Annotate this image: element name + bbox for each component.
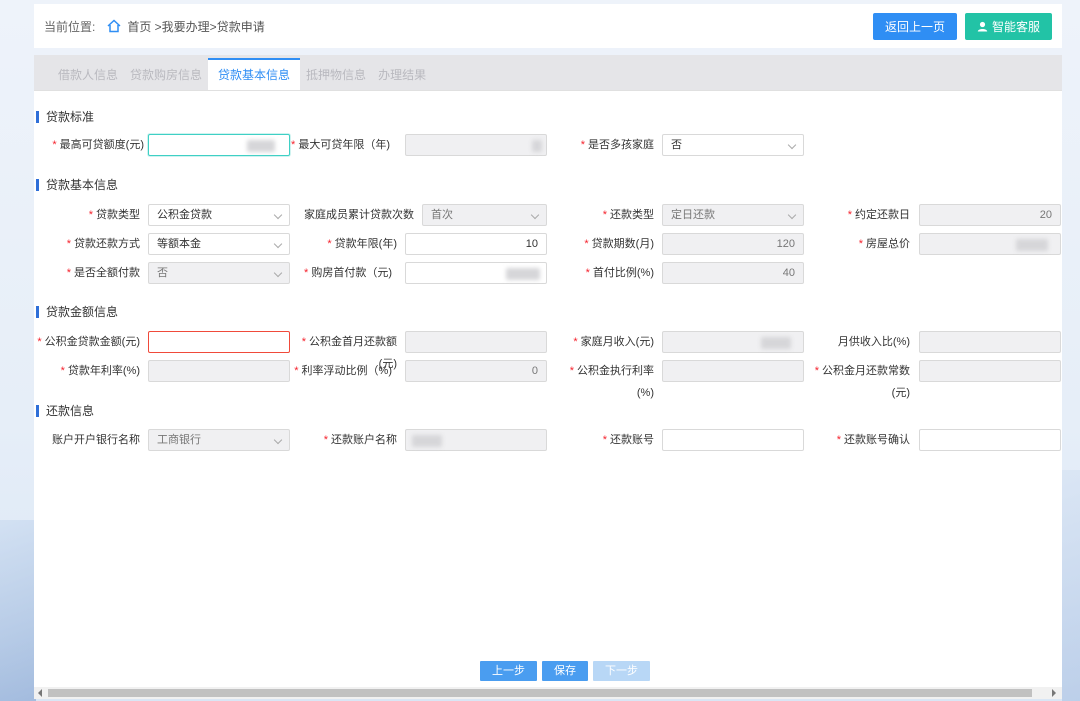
loan-type-select[interactable]: 公积金贷款	[148, 204, 290, 226]
location-label: 当前位置:	[44, 19, 96, 34]
page-header: 当前位置: 首页 >我要办理>贷款申请 返回上一页 智能客服	[34, 4, 1062, 48]
multi-child-label: * 是否多孩家庭	[580, 139, 654, 151]
max-amount-field[interactable]	[148, 134, 290, 156]
repay-method-label: * 贷款还款方式	[66, 238, 140, 250]
fund-loan-amount-label: * 公积金贷款金额(元)	[37, 336, 140, 348]
chevron-down-icon	[787, 140, 797, 150]
blurred-value	[412, 435, 442, 447]
family-income-label: * 家庭月收入(元)	[573, 336, 654, 348]
down-payment-label: * 购房首付款（元)	[304, 267, 392, 279]
tab-result[interactable]: 办理结果	[372, 60, 432, 90]
full-pay-label: * 是否全额付款	[66, 267, 140, 279]
home-icon[interactable]	[107, 19, 121, 33]
loan-months-label: * 贷款期数(月)	[584, 238, 654, 250]
max-amount-label: * 最高可贷额度(元)	[52, 139, 144, 151]
account-confirm-input[interactable]	[919, 429, 1061, 451]
blurred-value	[1016, 239, 1048, 251]
family-loan-count-label: 家庭成员累计贷款次数	[304, 209, 414, 221]
smart-service-label: 智能客服	[991, 19, 1040, 34]
repay-method-select[interactable]: 等额本金	[148, 233, 290, 255]
first-month-repay-label: * 公积金首月还款额(元)	[301, 336, 397, 370]
annual-rate-label: * 贷款年利率(%)	[60, 365, 140, 377]
section-title-amount: 贷款金额信息	[36, 306, 118, 318]
horizontal-scrollbar[interactable]	[34, 687, 1062, 699]
section-title-basic: 贷款基本信息	[36, 179, 118, 191]
monthly-income-ratio-label: 月供收入比(%)	[837, 336, 910, 348]
tab-loan-basic-info[interactable]: 贷款基本信息	[208, 58, 301, 90]
section-title-repay: 还款信息	[36, 405, 94, 417]
scroll-left-icon[interactable]	[38, 689, 42, 697]
blurred-value	[761, 337, 791, 349]
max-years-field	[405, 134, 547, 156]
chevron-down-icon	[273, 435, 283, 445]
full-pay-select: 否	[148, 262, 290, 284]
loan-type-label: * 贷款类型	[88, 209, 140, 221]
chevron-down-icon	[273, 268, 283, 278]
due-day-label: * 约定还款日	[847, 209, 910, 221]
first-month-repay-field	[405, 331, 547, 353]
loan-years-input[interactable]: 10	[405, 233, 547, 255]
bank-name-label: 账户开户银行名称	[52, 434, 140, 446]
save-button[interactable]: 保存	[542, 661, 588, 681]
background-decoration	[1062, 470, 1080, 701]
family-loan-count-select: 首次	[422, 204, 547, 226]
account-no-input[interactable]	[662, 429, 804, 451]
fund-loan-amount-input[interactable]	[148, 331, 290, 353]
annual-rate-field	[148, 360, 290, 382]
rate-float-ratio-label: * 利率浮动比例（%)	[294, 365, 392, 377]
down-payment-input[interactable]	[405, 262, 547, 284]
chevron-down-icon	[273, 210, 283, 220]
scroll-right-icon[interactable]	[1052, 689, 1056, 697]
down-ratio-label: * 首付比例(%)	[585, 267, 654, 279]
blurred-value	[532, 140, 542, 152]
loan-months-field: 120	[662, 233, 804, 255]
repay-type-select: 定日还款	[662, 204, 804, 226]
account-name-field	[405, 429, 547, 451]
tab-house-info[interactable]: 贷款购房信息	[124, 60, 208, 90]
chevron-down-icon	[787, 210, 797, 220]
exec-rate-field	[662, 360, 804, 382]
blurred-value	[247, 140, 275, 152]
section-title-standard: 贷款标准	[36, 111, 94, 123]
blurred-value	[506, 268, 540, 280]
bank-name-select: 工商银行	[148, 429, 290, 451]
chevron-down-icon	[530, 210, 540, 220]
house-total-field	[919, 233, 1061, 255]
house-total-label: * 房屋总价	[858, 238, 910, 250]
rate-float-ratio-field: 0	[405, 360, 547, 382]
due-day-field: 20	[919, 204, 1061, 226]
scrollbar-thumb[interactable]	[48, 689, 1032, 697]
multi-child-select[interactable]: 否	[662, 134, 804, 156]
monthly-repay-const-label: * 公积金月还款常数(元)	[814, 365, 910, 399]
monthly-repay-const-field	[919, 360, 1061, 382]
down-ratio-field: 40	[662, 262, 804, 284]
account-name-label: * 还款账户名称	[323, 434, 397, 446]
chevron-down-icon	[273, 239, 283, 249]
step-tabs: 借款人信息 贷款购房信息 贷款基本信息 抵押物信息 办理结果	[34, 55, 1062, 91]
family-income-field	[662, 331, 804, 353]
tab-collateral-info[interactable]: 抵押物信息	[300, 60, 372, 90]
footer-actions: 上一步 保存 下一步	[480, 661, 650, 681]
max-years-label: * 最大可贷年限（年)	[291, 139, 390, 151]
background-decoration	[0, 520, 36, 701]
tab-borrower-info[interactable]: 借款人信息	[52, 60, 124, 90]
next-step-button[interactable]: 下一步	[593, 661, 650, 681]
account-confirm-label: * 还款账号确认	[836, 434, 910, 446]
service-icon	[977, 21, 988, 31]
smart-service-button[interactable]: 智能客服	[964, 12, 1052, 40]
main-panel: 借款人信息 贷款购房信息 贷款基本信息 抵押物信息 办理结果 贷款标准 * 最高可…	[34, 55, 1062, 690]
exec-rate-label: * 公积金执行利率(%)	[569, 365, 654, 399]
breadcrumb[interactable]: 首页 >我要办理>贷款申请	[127, 18, 264, 35]
loan-years-label: * 贷款年限(年)	[327, 238, 397, 250]
repay-type-label: * 还款类型	[602, 209, 654, 221]
monthly-income-ratio-field	[919, 331, 1061, 353]
prev-step-button[interactable]: 上一步	[480, 661, 537, 681]
account-no-label: * 还款账号	[602, 434, 654, 446]
back-button[interactable]: 返回上一页	[872, 12, 957, 40]
